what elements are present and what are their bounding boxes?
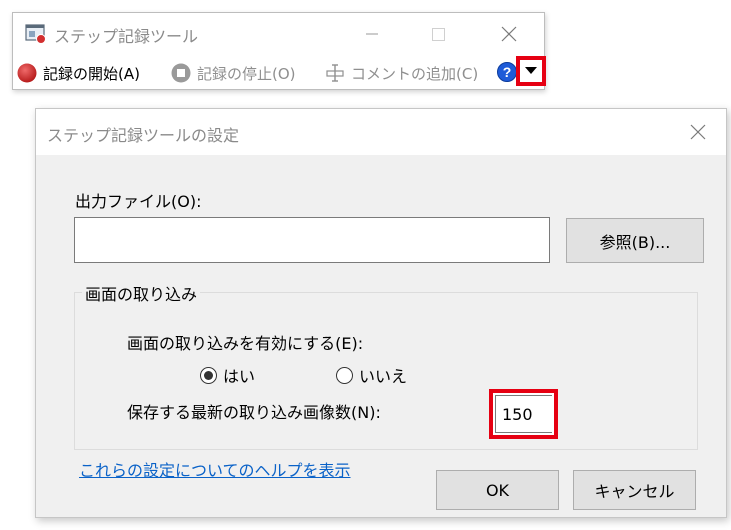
start-record-button[interactable]: 記録の開始(A): [17, 60, 140, 86]
capture-no-radio[interactable]: いいえ: [336, 363, 407, 387]
minimize-button[interactable]: [349, 13, 395, 55]
dialog-title: ステップ記録ツールの設定: [47, 126, 240, 145]
close-icon: [690, 124, 706, 140]
add-comment-button[interactable]: コメントの追加(C): [325, 60, 478, 86]
browse-button[interactable]: 参照(B)...: [566, 218, 704, 263]
options-dropdown-button[interactable]: [516, 56, 546, 86]
help-button[interactable]: ?: [496, 60, 518, 84]
svg-text:?: ?: [503, 64, 512, 80]
settings-dialog: ステップ記録ツールの設定 出力ファイル(O): 参照(B)... 画面の取り込み…: [35, 108, 727, 518]
enable-capture-label: 画面の取り込みを有効にする(E):: [127, 334, 364, 353]
screen-capture-caption: 画面の取り込み: [82, 281, 201, 305]
capture-count-label: 保存する最新の取り込み画像数(N):: [127, 403, 381, 422]
dialog-close-button[interactable]: [684, 118, 712, 146]
comment-icon: [326, 64, 344, 82]
help-icon: ?: [497, 62, 517, 82]
close-button[interactable]: [485, 13, 531, 55]
stop-record-button[interactable]: 記録の停止(O): [171, 60, 296, 86]
capture-count-highlight: 150: [489, 389, 558, 439]
maximize-button[interactable]: [415, 13, 461, 55]
radio-unchecked-icon: [336, 366, 353, 384]
capture-yes-radio[interactable]: はい: [200, 363, 255, 387]
recorder-title: ステップ記録ツール: [54, 27, 199, 46]
recorder-toolbar: 記録の開始(A) 記録の停止(O) コメントの追加(C) ?: [13, 56, 546, 88]
minimize-icon: [366, 33, 378, 35]
record-icon: [17, 63, 37, 83]
stop-icon: [171, 63, 191, 83]
close-icon: [501, 26, 517, 42]
capture-yes-label: はい: [223, 367, 256, 386]
recorder-titlebar: ステップ記録ツール: [13, 13, 544, 55]
ok-button[interactable]: OK: [436, 470, 559, 510]
dropdown-arrow-icon: [525, 67, 537, 74]
stop-record-label: 記録の停止(O): [197, 64, 296, 83]
steps-recorder-window: ステップ記録ツール 記録の開始(A) 記録の停止(O) コメントの追加(C) ?: [12, 12, 546, 90]
output-file-label: 出力ファイル(O):: [75, 192, 202, 211]
settings-help-link[interactable]: これらの設定についてのヘルプを表示: [79, 457, 351, 481]
radio-checked-icon: [200, 366, 217, 384]
start-record-label: 記録の開始(A): [43, 64, 140, 83]
capture-no-label: いいえ: [359, 367, 408, 386]
steps-recorder-icon: [25, 24, 46, 44]
dialog-titlebar: ステップ記録ツールの設定: [36, 109, 726, 155]
screen: ステップ記録ツール 記録の開始(A) 記録の停止(O) コメントの追加(C) ?…: [0, 0, 731, 530]
add-comment-label: コメントの追加(C): [351, 64, 479, 83]
cancel-button[interactable]: キャンセル: [573, 470, 696, 510]
maximize-icon: [432, 28, 445, 41]
capture-count-input[interactable]: 150: [495, 395, 552, 433]
output-file-input[interactable]: [74, 217, 550, 263]
